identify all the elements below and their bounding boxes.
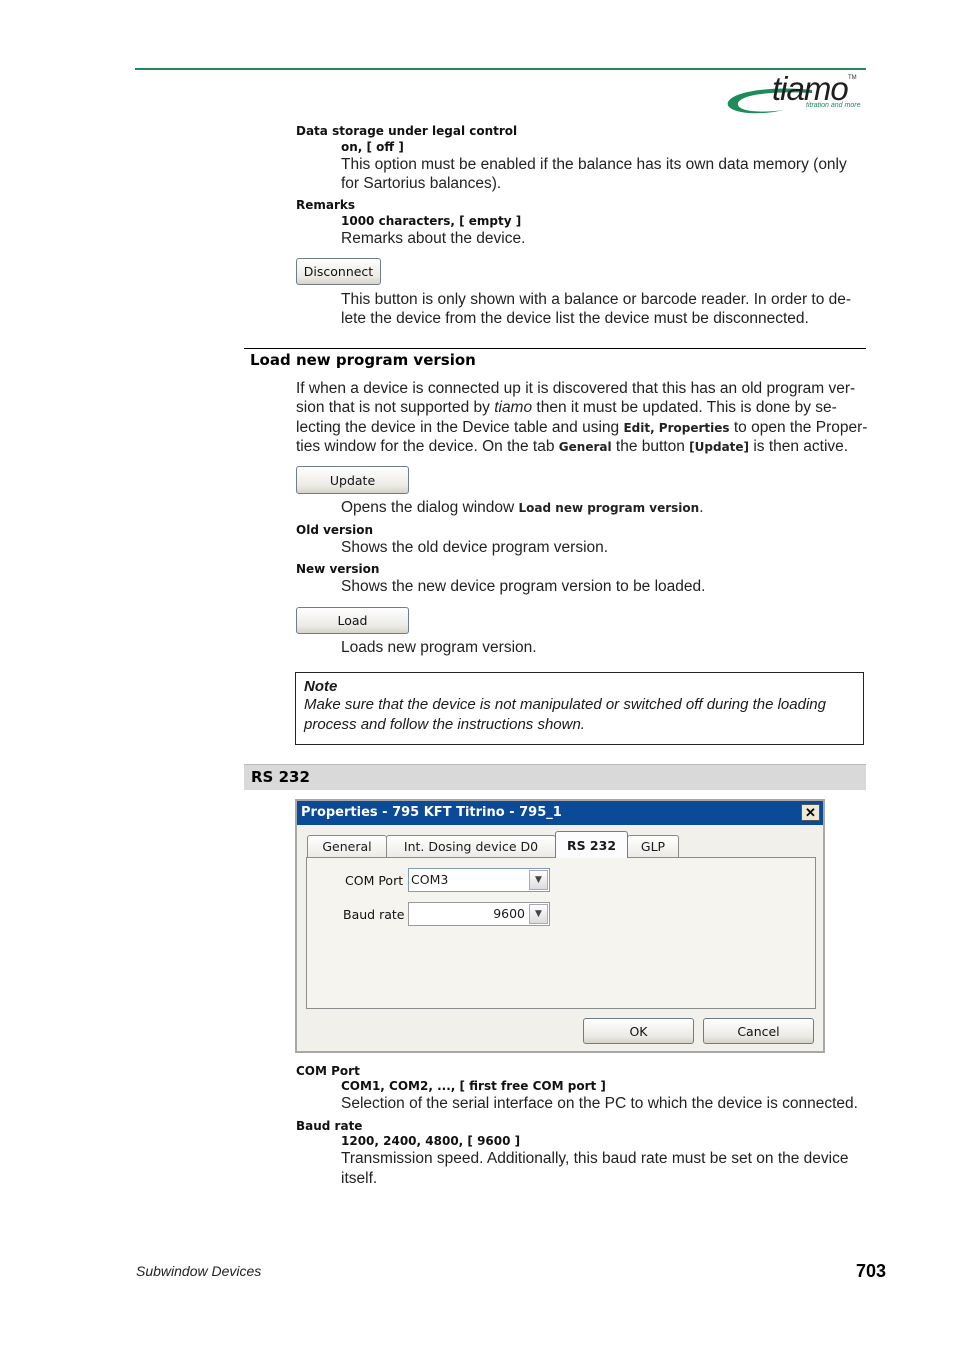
param-desc-data-storage-2: for Sartorius balances). (341, 175, 502, 192)
baud-rate-label: Baud rate (343, 907, 405, 922)
close-icon[interactable]: ✕ (801, 804, 820, 821)
section-rule (244, 348, 866, 349)
load-desc: Loads new program version. (341, 639, 537, 656)
section-title-rs232: RS 232 (251, 768, 310, 786)
tab-rs232[interactable]: RS 232 (555, 831, 628, 858)
ok-button[interactable]: OK (583, 1018, 694, 1044)
load-para-line-3: lecting the device in the Device table a… (296, 419, 868, 436)
tab-panel-rs232: COM Port COM3 ▼ Baud rate 9600 ▼ (306, 857, 816, 1009)
baud-rate-select[interactable]: 9600 ▼ (408, 902, 550, 926)
cancel-button[interactable]: Cancel (703, 1018, 814, 1044)
tab-int-dosing-device[interactable]: Int. Dosing device D0 (386, 835, 556, 857)
menu-ref-edit-properties: Edit, Properties (623, 421, 730, 435)
note-title: Note (304, 678, 338, 695)
load-para-line-4: ties window for the device. On the tab G… (296, 438, 849, 455)
tab-ref-general: General (558, 440, 612, 454)
footer-chapter: Subwindow Devices (136, 1263, 262, 1279)
param-values-baud-rate: 1200, 2400, 4800, [ 9600 ] (341, 1134, 521, 1148)
param-desc-com-port: Selection of the serial interface on the… (341, 1095, 858, 1112)
disconnect-desc-1: This button is only shown with a balance… (341, 291, 852, 308)
dialog-title: Properties - 795 KFT Titrino - 795_1 (301, 805, 562, 820)
com-port-label: COM Port (345, 873, 404, 888)
note-line-2: process and follow the instructions show… (304, 715, 585, 733)
properties-dialog: Properties - 795 KFT Titrino - 795_1 ✕ G… (295, 799, 825, 1053)
section-title-load: Load new program version (250, 351, 476, 369)
baud-rate-value: 9600 (493, 906, 525, 921)
param-desc-remarks: Remarks about the device. (341, 230, 526, 247)
param-values-remarks: 1000 characters, [ empty ] (341, 214, 522, 228)
load-para-line-2: sion that is not supported by tiamo then… (296, 399, 837, 416)
param-desc-old-version: Shows the old device program version. (341, 539, 609, 556)
chevron-down-icon[interactable]: ▼ (529, 904, 548, 924)
param-values-com-port: COM1, COM2, ..., [ first free COM port ] (341, 1079, 606, 1093)
disconnect-desc-2: lete the device from the device list the… (341, 310, 809, 327)
param-label-new-version: New version (296, 562, 380, 576)
logo-trademark: TM (848, 75, 857, 81)
note-line-1: Make sure that the device is not manipul… (304, 696, 826, 713)
chevron-down-icon[interactable]: ▼ (529, 870, 548, 890)
param-label-remarks: Remarks (296, 198, 356, 212)
param-label-old-version: Old version (296, 523, 374, 537)
param-label-com-port: COM Port (296, 1064, 360, 1078)
dialog-titlebar[interactable]: Properties - 795 KFT Titrino - 795_1 ✕ (297, 801, 823, 825)
param-label-baud-rate: Baud rate (296, 1119, 363, 1133)
note-box: Note Make sure that the device is not ma… (295, 672, 864, 745)
section-bar-rs232: RS 232 (244, 764, 866, 790)
param-desc-baud-rate-2: itself. (341, 1170, 378, 1187)
button-ref-update: [Update] (689, 440, 750, 454)
tab-glp[interactable]: GLP (627, 835, 679, 857)
param-values-data-storage: on, [ off ] (341, 140, 404, 154)
tiamo-italic: tiamo (494, 399, 533, 416)
update-desc: Opens the dialog window Load new program… (341, 499, 704, 516)
load-button[interactable]: Load (296, 607, 409, 634)
load-para-line-1: If when a device is connected up it is d… (296, 380, 856, 397)
param-desc-baud-rate-1: Transmission speed. Additionally, this b… (341, 1150, 849, 1167)
com-port-value: COM3 (411, 872, 449, 887)
com-port-select[interactable]: COM3 ▼ (408, 868, 550, 892)
param-label-data-storage: Data storage under legal control (296, 124, 518, 138)
update-button[interactable]: Update (296, 466, 409, 494)
param-desc-new-version: Shows the new device program version to … (341, 578, 706, 595)
param-desc-data-storage-1: This option must be enabled if the balan… (341, 156, 847, 173)
logo-tagline: titration and more (806, 102, 861, 109)
tiamo-logo: tiamo TM titration and more (724, 70, 869, 120)
header-rule (135, 68, 866, 70)
tab-general[interactable]: General (307, 835, 387, 857)
disconnect-button[interactable]: Disconnect (296, 258, 381, 285)
page-number: 703 (856, 1261, 887, 1281)
